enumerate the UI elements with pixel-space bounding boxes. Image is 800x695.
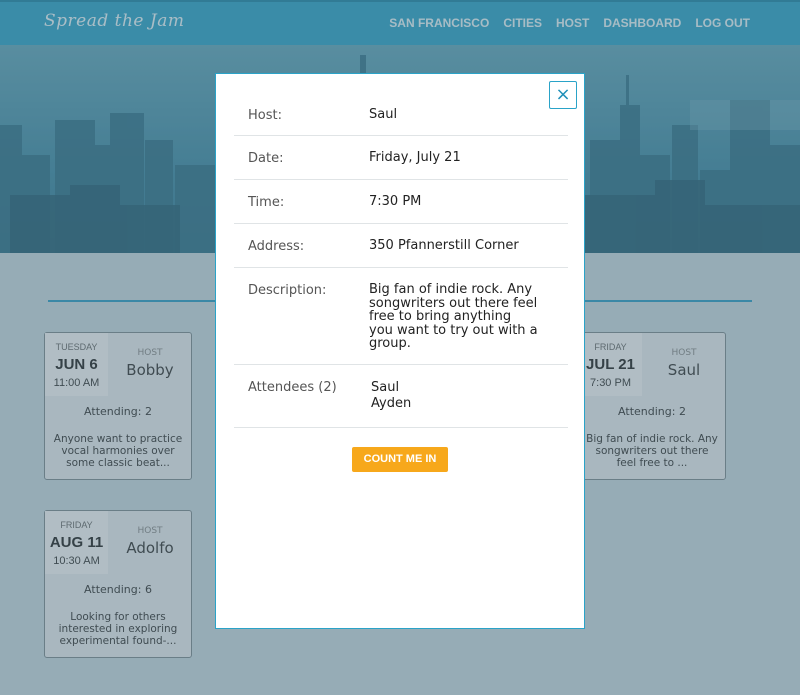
- attendees-label: Attendees (2): [248, 380, 337, 395]
- description-label: Description:: [248, 283, 327, 298]
- host-row: Host: Saul: [234, 74, 568, 136]
- event-details-modal: × Host: Saul Date: Friday, July 21 Time:…: [215, 73, 585, 629]
- time-row: Time: 7:30 PM: [234, 180, 568, 224]
- date-value: Friday, July 21: [369, 150, 461, 165]
- host-value: Saul: [369, 107, 398, 122]
- attendees-list: Saul Ayden: [371, 380, 541, 412]
- description-row: Description: Big fan of indie rock. Any …: [234, 268, 568, 365]
- host-label: Host:: [248, 108, 282, 123]
- address-label: Address:: [248, 239, 305, 254]
- address-row: Address: 350 Pfannerstill Corner: [234, 224, 568, 268]
- attendee-name[interactable]: Ayden: [371, 396, 541, 412]
- date-row: Date: Friday, July 21: [234, 136, 568, 180]
- date-label: Date:: [248, 151, 284, 166]
- time-value: 7:30 PM: [369, 194, 422, 209]
- attendees-row: Attendees (2) Saul Ayden: [234, 365, 568, 428]
- count-me-in-button[interactable]: COUNT ME IN: [352, 447, 448, 472]
- description-value: Big fan of indie rock. Any songwriters o…: [369, 282, 538, 351]
- time-label: Time:: [248, 195, 285, 210]
- attendee-name[interactable]: Saul: [371, 380, 541, 396]
- address-value: 350 Pfannerstill Corner: [369, 238, 519, 253]
